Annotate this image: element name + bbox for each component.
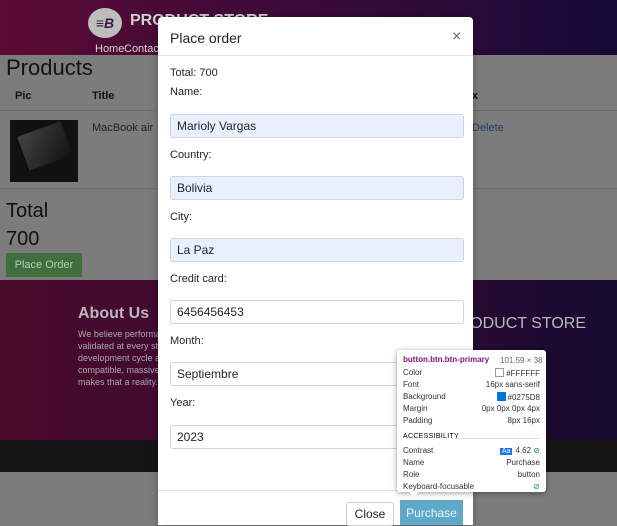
prop-key: Background [403, 392, 446, 401]
city-field[interactable] [170, 238, 464, 262]
prop-key: Contrast [403, 446, 434, 455]
contrast-value: 4.62 [515, 446, 532, 455]
country-field[interactable] [170, 176, 464, 200]
prop-key: Color [403, 368, 423, 377]
prop-value: button [517, 470, 540, 479]
credit-card-field[interactable] [170, 300, 464, 324]
contrast-aa-icon: Aa [499, 448, 513, 455]
prop-value: 0px 0px 0px 4px [481, 404, 540, 413]
logo-icon[interactable]: ≡B [88, 8, 122, 38]
prop-key: Padding [403, 416, 433, 425]
prop-key: Margin [403, 404, 428, 413]
close-icon[interactable]: × [452, 28, 461, 46]
check-icon: ⊘ [533, 446, 540, 455]
year-label: Year: [170, 397, 196, 409]
prop-value: Aa 4.62 ⊘ [499, 446, 540, 455]
about-line: We believe performa [78, 329, 161, 339]
prop-key: Font [403, 380, 420, 389]
order-total: Total: 700 [170, 67, 218, 79]
prop-key: Name [403, 458, 425, 467]
prop-value: Purchase [506, 458, 540, 467]
about-line: development cycle a [78, 353, 161, 363]
nav-home[interactable]: Home [95, 43, 124, 55]
purchase-button[interactable]: Purchase [400, 500, 463, 525]
modal-title: Place order [170, 30, 242, 46]
color-value: #FFFFFF [506, 369, 540, 378]
name-field[interactable] [170, 114, 464, 138]
prop-value: 8px 16px [507, 416, 540, 425]
about-title: About Us [78, 305, 150, 322]
about-line: makes that a reality. [78, 377, 158, 387]
check-icon: ⊘ [533, 482, 540, 491]
prop-key: Role [403, 470, 420, 479]
nav-contact[interactable]: Contact [124, 43, 158, 55]
prop-key: Keyboard-focusable [403, 482, 475, 491]
month-label: Month: [170, 335, 204, 347]
about-line: validated at every st [78, 341, 159, 351]
about-text: We believe performa validated at every s… [78, 328, 163, 388]
prop-value: 16px sans-serif [485, 380, 540, 389]
city-label: City: [170, 211, 192, 223]
about-line: compatible, massive [78, 365, 160, 375]
name-label: Name: [170, 86, 203, 98]
color-swatch-icon [495, 368, 505, 377]
column-header-title: Title [92, 90, 115, 102]
total-heading: Total [6, 200, 49, 222]
prop-value: #0275D8 [496, 392, 540, 402]
close-button[interactable]: Close [346, 502, 394, 526]
modal-header-divider [158, 55, 473, 56]
delete-link[interactable]: Delete [472, 122, 504, 134]
background-swatch-icon [496, 392, 506, 401]
credit-card-label: Credit card: [170, 273, 227, 285]
tooltip-dimensions: 101.59 × 38 [500, 356, 543, 365]
tooltip-arrow-icon [408, 490, 420, 497]
page-title: Products [6, 55, 93, 80]
column-header-pic: Pic [15, 90, 32, 102]
accessibility-divider [455, 438, 540, 439]
table-cell-title: MacBook air [92, 122, 154, 134]
place-order-button[interactable]: Place Order [6, 253, 82, 277]
footer-store-title: PRODUCT STORE [466, 315, 586, 332]
prop-value: #FFFFFF [495, 368, 540, 378]
country-label: Country: [170, 149, 212, 161]
tooltip-selector: button.btn.btn-primary [403, 355, 490, 364]
total-value: 700 [6, 228, 40, 250]
background-value: #0275D8 [507, 393, 540, 402]
